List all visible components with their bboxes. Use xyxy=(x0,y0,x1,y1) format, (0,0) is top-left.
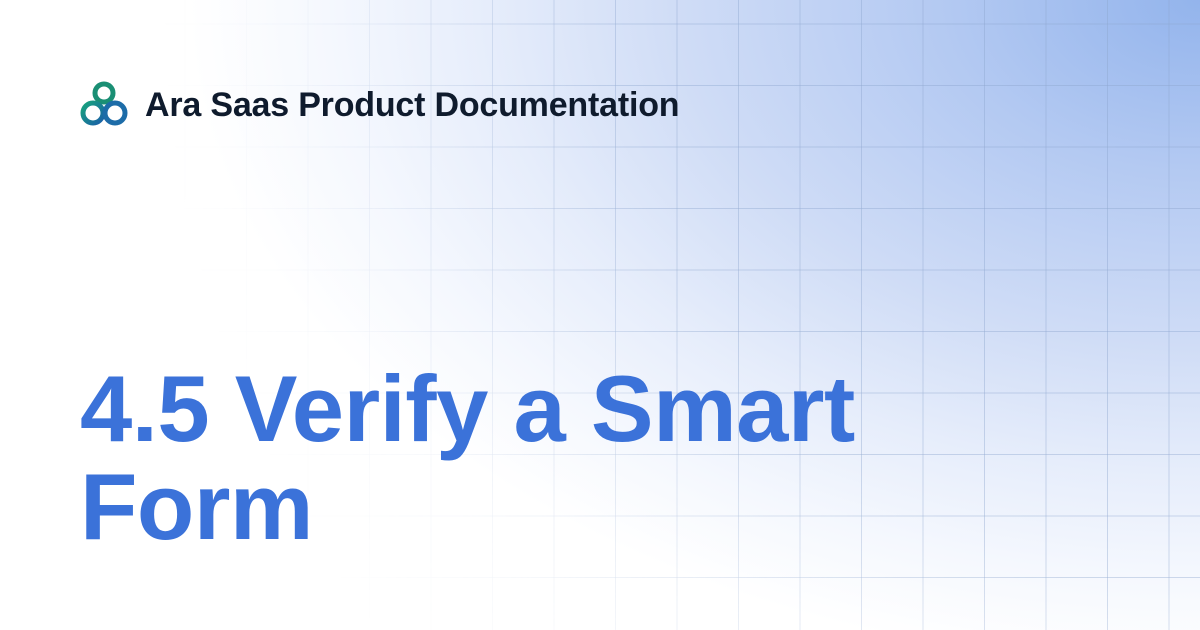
linked-loops-logo-icon xyxy=(80,81,128,126)
brand-name: Ara Saas Product Documentation xyxy=(145,85,680,124)
brand-header[interactable]: Ara Saas Product Documentation xyxy=(80,80,680,130)
page-title: 4.5 Verify a Smart Form xyxy=(80,356,855,559)
